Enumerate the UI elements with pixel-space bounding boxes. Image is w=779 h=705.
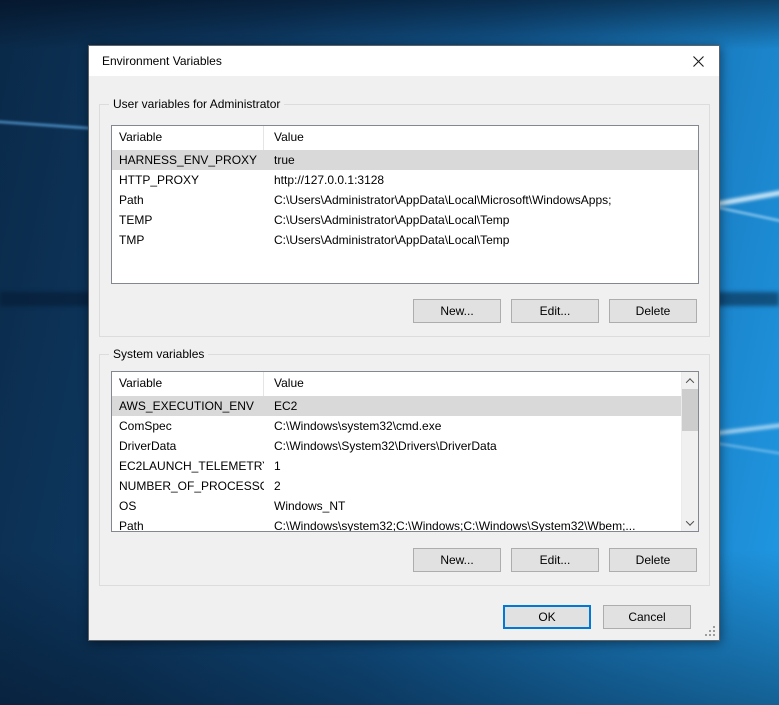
table-row[interactable]: DriverData C:\Windows\System32\Drivers\D…	[112, 436, 681, 456]
variable-value-cell: C:\Users\Administrator\AppData\Local\Mic…	[264, 190, 698, 210]
table-row[interactable]: TEMP C:\Users\Administrator\AppData\Loca…	[112, 210, 698, 230]
table-row[interactable]: Path C:\Windows\system32;C:\Windows;C:\W…	[112, 516, 681, 532]
table-row[interactable]: HTTP_PROXY http://127.0.0.1:3128	[112, 170, 698, 190]
ok-button[interactable]: OK	[503, 605, 591, 629]
table-row[interactable]: AWS_EXECUTION_ENV EC2	[112, 396, 681, 416]
column-header-value[interactable]: Value	[264, 372, 681, 396]
variable-name-cell: EC2LAUNCH_TELEMETRY	[112, 456, 264, 476]
column-header-value[interactable]: Value	[264, 126, 698, 150]
table-row[interactable]: NUMBER_OF_PROCESSORS 2	[112, 476, 681, 496]
chevron-down-icon	[686, 517, 694, 525]
user-new-button[interactable]: New...	[413, 299, 501, 323]
table-row[interactable]: Path C:\Users\Administrator\AppData\Loca…	[112, 190, 698, 210]
variable-name-cell: HARNESS_ENV_PROXY	[112, 150, 264, 170]
variable-value-cell: EC2	[264, 396, 681, 416]
variable-name-cell: Path	[112, 516, 264, 532]
variable-value-cell: C:\Windows\system32\cmd.exe	[264, 416, 681, 436]
user-delete-button[interactable]: Delete	[609, 299, 697, 323]
variable-value-cell: Windows_NT	[264, 496, 681, 516]
variable-name-cell: OS	[112, 496, 264, 516]
variable-value-cell: true	[264, 150, 698, 170]
system-variables-table[interactable]: Variable Value AWS_EXECUTION_ENV EC2 Com…	[111, 371, 699, 532]
table-row[interactable]: TMP C:\Users\Administrator\AppData\Local…	[112, 230, 698, 250]
user-edit-button[interactable]: Edit...	[511, 299, 599, 323]
table-row[interactable]: OS Windows_NT	[112, 496, 681, 516]
variable-name-cell: DriverData	[112, 436, 264, 456]
system-variables-group-label: System variables	[109, 347, 208, 361]
variable-value-cell: C:\Users\Administrator\AppData\Local\Tem…	[264, 210, 698, 230]
title-bar: Environment Variables	[89, 46, 719, 76]
system-edit-button[interactable]: Edit...	[511, 548, 599, 572]
variable-name-cell: Path	[112, 190, 264, 210]
window-title: Environment Variables	[102, 46, 222, 76]
environment-variables-dialog: Environment Variables User variables for…	[88, 45, 720, 641]
table-row[interactable]: ComSpec C:\Windows\system32\cmd.exe	[112, 416, 681, 436]
table-header: Variable Value	[112, 372, 681, 396]
close-icon	[693, 56, 704, 67]
table-row[interactable]: EC2LAUNCH_TELEMETRY 1	[112, 456, 681, 476]
resize-grip-icon	[705, 626, 716, 637]
variable-value-cell: 1	[264, 456, 681, 476]
variable-name-cell: ComSpec	[112, 416, 264, 436]
chevron-up-icon	[686, 378, 694, 386]
user-variables-group-label: User variables for Administrator	[109, 97, 284, 111]
vertical-scrollbar[interactable]	[681, 372, 698, 531]
close-button[interactable]	[683, 50, 713, 72]
table-header: Variable Value	[112, 126, 698, 150]
variable-value-cell: 2	[264, 476, 681, 496]
variable-name-cell: HTTP_PROXY	[112, 170, 264, 190]
system-variables-rows: AWS_EXECUTION_ENV EC2 ComSpec C:\Windows…	[112, 396, 681, 532]
scroll-up-button[interactable]	[682, 372, 698, 389]
user-variables-rows: HARNESS_ENV_PROXY true HTTP_PROXY http:/…	[112, 150, 698, 250]
resize-grip[interactable]	[705, 626, 716, 637]
variable-name-cell: NUMBER_OF_PROCESSORS	[112, 476, 264, 496]
column-header-variable[interactable]: Variable	[112, 372, 264, 396]
variable-value-cell: C:\Windows\system32;C:\Windows;C:\Window…	[264, 516, 681, 532]
system-new-button[interactable]: New...	[413, 548, 501, 572]
variable-name-cell: TEMP	[112, 210, 264, 230]
column-header-variable[interactable]: Variable	[112, 126, 264, 150]
variable-value-cell: C:\Windows\System32\Drivers\DriverData	[264, 436, 681, 456]
variable-value-cell: C:\Users\Administrator\AppData\Local\Tem…	[264, 230, 698, 250]
system-delete-button[interactable]: Delete	[609, 548, 697, 572]
scrollbar-thumb[interactable]	[682, 389, 698, 431]
scroll-down-button[interactable]	[682, 514, 698, 531]
variable-name-cell: TMP	[112, 230, 264, 250]
cancel-button[interactable]: Cancel	[603, 605, 691, 629]
variable-value-cell: http://127.0.0.1:3128	[264, 170, 698, 190]
variable-name-cell: AWS_EXECUTION_ENV	[112, 396, 264, 416]
table-row[interactable]: HARNESS_ENV_PROXY true	[112, 150, 698, 170]
user-variables-table[interactable]: Variable Value HARNESS_ENV_PROXY true HT…	[111, 125, 699, 284]
